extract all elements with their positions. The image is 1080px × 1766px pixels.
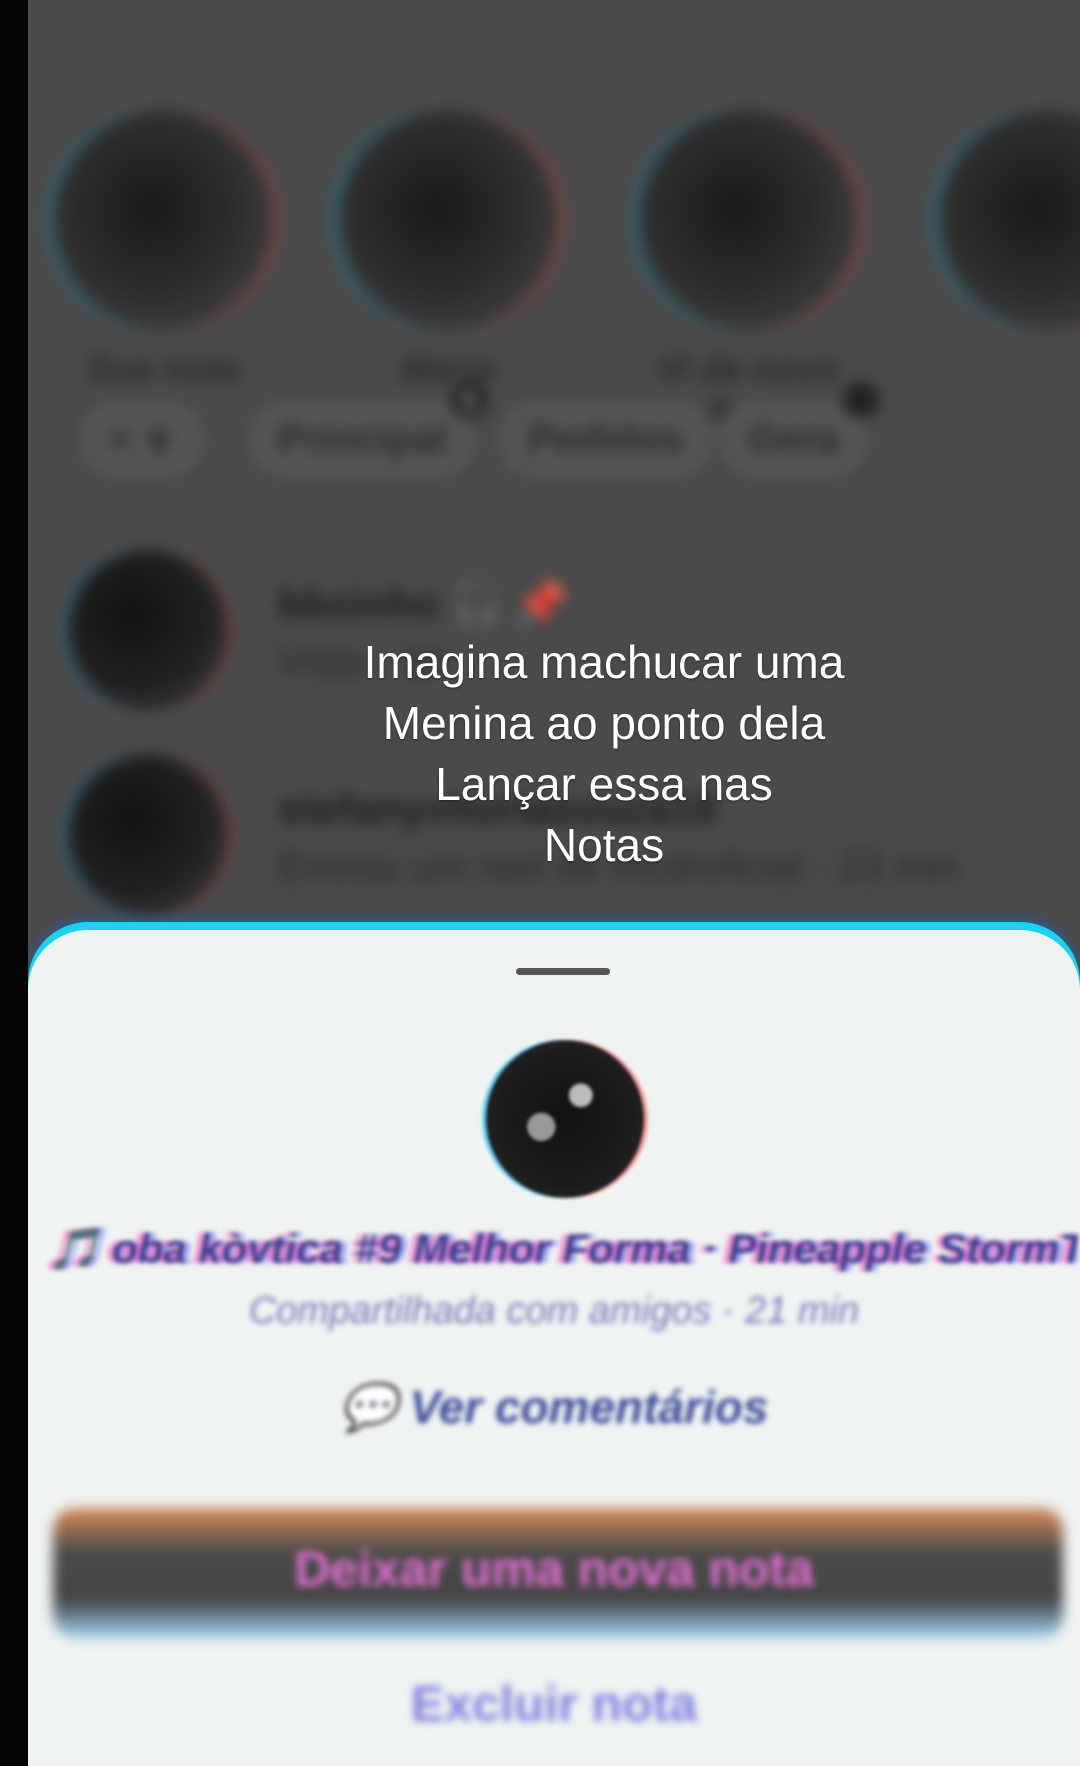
story-item[interactable]: Vi de novo hoje [628, 110, 868, 432]
caption-line: Lançar essa nas [435, 758, 773, 810]
inbox-filter-chips: ≡ ∨ Principal 1 Pedidos Gera [78, 382, 1078, 480]
screen: Sua nota Maria Vi de novo hoje ≡ ∨ Princ… [28, 0, 1080, 1766]
chip-label: Gera [748, 417, 840, 461]
story-item[interactable]: Maria [328, 110, 568, 390]
chip-pedidos[interactable]: Pedidos [498, 400, 714, 478]
sheet-drag-handle[interactable] [516, 968, 610, 975]
caption-line: Imagina machucar uma [363, 636, 845, 688]
unread-badge [843, 382, 880, 418]
story-item[interactable] [928, 110, 1080, 348]
left-edge-bar [0, 0, 28, 1766]
chip-principal[interactable]: Principal 1 [248, 382, 487, 478]
notes-stories-row: Sua nota Maria Vi de novo hoje [28, 70, 1080, 431]
caption-line: Notas [543, 819, 665, 871]
overlay-caption: Imagina machucar uma Menina ao ponto del… [188, 632, 1020, 876]
caption-line: Menina ao ponto dela [382, 697, 826, 749]
chip-label: Pedidos [528, 417, 684, 461]
delete-note-button[interactable]: Excluir nota [28, 1675, 1080, 1733]
unread-badge: 1 [450, 382, 487, 418]
story-avatar [53, 110, 273, 330]
story-name: Maria [400, 348, 496, 389]
chip-gerais[interactable]: Gera [718, 382, 880, 478]
story-avatar [338, 110, 558, 330]
filter-icon[interactable]: ≡ ∨ [78, 400, 205, 478]
leave-new-note-label: Deixar uma nova nota [294, 1541, 814, 1597]
chip-label: Principal [278, 417, 447, 461]
note-bottom-sheet: 🎵 oba kòvtica #9 Melhor Forma · Pineappl… [28, 930, 1080, 1766]
note-song-title[interactable]: 🎵 oba kòvtica #9 Melhor Forma · Pineappl… [48, 1225, 1078, 1274]
view-comments-link[interactable]: 💬 Ver comentários [28, 1380, 1080, 1435]
note-owner-avatar [486, 1040, 644, 1198]
story-item[interactable]: Sua nota [43, 110, 283, 390]
conversation-title: bbzinho 🎧 📌 [278, 580, 567, 627]
note-shared-info: Compartilhada com amigos · 21 min [248, 1290, 860, 1332]
story-name: Sua nota [86, 348, 239, 389]
story-avatar [938, 110, 1080, 330]
story-avatar [638, 110, 858, 330]
